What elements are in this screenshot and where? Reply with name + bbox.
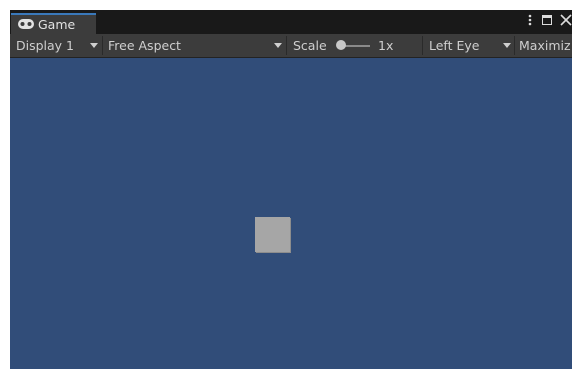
scale-slider-thumb[interactable] (336, 40, 346, 50)
gamepad-icon (18, 19, 34, 29)
maximize-icon[interactable] (542, 15, 552, 25)
aspect-dropdown[interactable]: Free Aspect (108, 34, 181, 57)
maximize-on-play-label: Maximiz (519, 38, 571, 53)
close-icon[interactable] (560, 14, 572, 26)
game-window: Game Display 1 Free Aspect Scale 1x Left… (10, 10, 572, 369)
display-dropdown-label: Display 1 (16, 38, 75, 53)
scale-slider[interactable] (336, 34, 370, 57)
eye-dropdown[interactable]: Left Eye (429, 34, 479, 57)
toolbar-divider (514, 36, 515, 55)
game-toolbar: Display 1 Free Aspect Scale 1x Left Eye … (10, 34, 572, 58)
aspect-dropdown-label: Free Aspect (108, 38, 181, 53)
kebab-menu-icon[interactable] (528, 14, 532, 26)
scale-value: 1x (378, 38, 394, 53)
tab-game[interactable]: Game (11, 13, 96, 34)
toolbar-divider (102, 36, 103, 55)
aspect-chevron-down-icon (274, 43, 282, 48)
game-viewport[interactable] (10, 58, 572, 369)
cube-object (255, 217, 290, 252)
toolbar-divider (422, 36, 423, 55)
tab-game-label: Game (38, 17, 76, 32)
display-dropdown[interactable]: Display 1 (16, 34, 74, 57)
tab-bar: Game (10, 10, 572, 34)
display-chevron-down-icon (90, 43, 98, 48)
eye-chevron-down-icon (503, 43, 511, 48)
eye-dropdown-label: Left Eye (429, 38, 480, 53)
maximize-on-play-button[interactable]: Maximiz (519, 34, 571, 57)
scale-label: Scale (293, 38, 327, 53)
toolbar-divider (286, 36, 287, 55)
